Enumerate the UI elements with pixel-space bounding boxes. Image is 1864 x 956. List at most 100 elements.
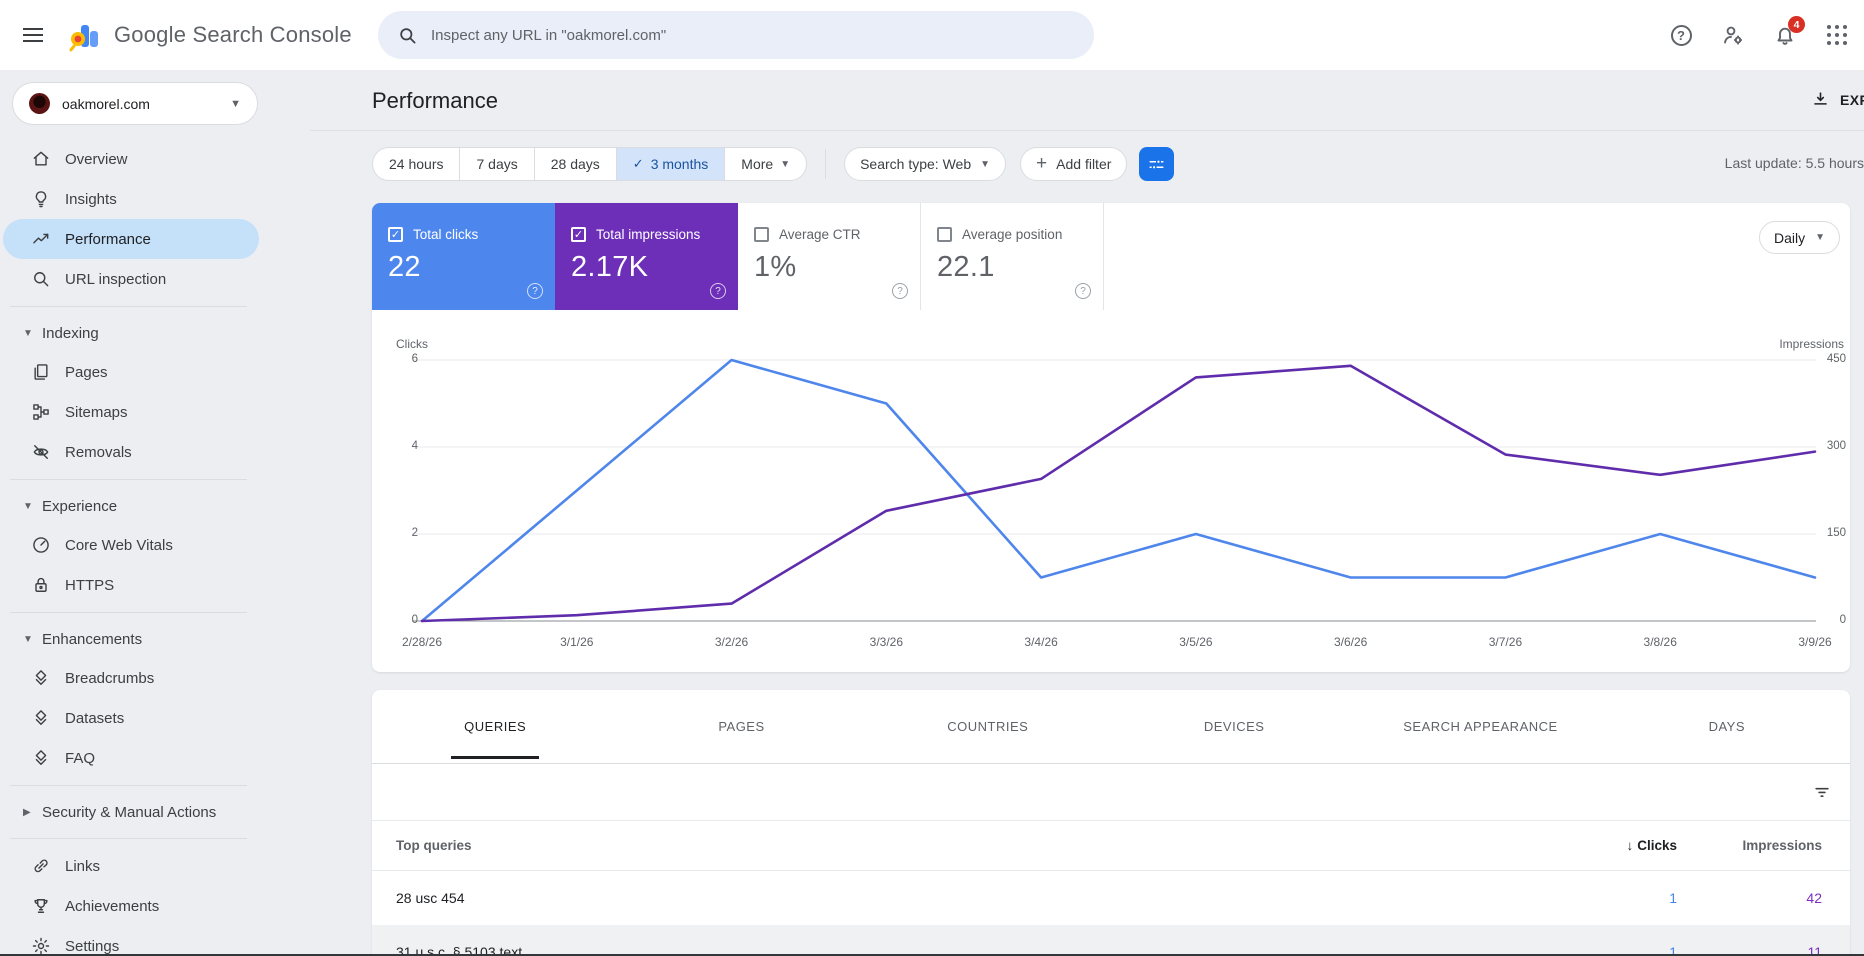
- date-tick-label: 3/3/26: [869, 635, 904, 649]
- search-type-filter[interactable]: Search type: Web ▼: [844, 147, 1007, 181]
- chevron-down-icon: ▼: [1815, 232, 1825, 243]
- range-24-hours[interactable]: 24 hours: [373, 148, 459, 180]
- clicks-value: 1: [1669, 890, 1677, 906]
- table-row[interactable]: 31 u.s.c. § 5103 text 1 11: [372, 925, 1850, 956]
- property-selector[interactable]: oakmorel.com ▼: [12, 82, 258, 125]
- divider: [10, 785, 247, 786]
- sidebar-item-url-inspection[interactable]: URL inspection: [0, 259, 260, 299]
- sidebar-section-indexing[interactable]: ▼ Indexing: [0, 314, 310, 352]
- impressions-value: 42: [1806, 890, 1822, 906]
- sidebar-item-core-web-vitals[interactable]: Core Web Vitals: [0, 525, 260, 565]
- chevron-right-icon: ▶: [23, 806, 31, 818]
- lightbulb-icon: [35, 191, 47, 208]
- help-icon[interactable]: ?: [1075, 283, 1091, 299]
- help-icon[interactable]: ?: [892, 283, 908, 299]
- eye-off-icon: [33, 445, 49, 459]
- tab-search-appearance[interactable]: SEARCH APPEARANCE: [1357, 690, 1603, 763]
- sidebar: oakmorel.com ▼ Overview Insights Perform…: [0, 70, 310, 956]
- date-tick-label: 3/7/26: [1488, 635, 1523, 649]
- sidebar-item-faq[interactable]: FAQ: [0, 738, 260, 778]
- metric-cards: ✓ Total clicks 22 ? ✓ Total impressions 2.…: [372, 203, 1850, 310]
- metric-value: 2.17K: [571, 251, 649, 283]
- home-icon: [33, 151, 49, 166]
- sidebar-item-achievements[interactable]: Achievements: [0, 886, 260, 926]
- search-icon: [400, 27, 416, 43]
- menu-icon[interactable]: [12, 14, 54, 56]
- rich-result-icon: [35, 710, 47, 725]
- sidebar-item-links[interactable]: Links: [0, 846, 260, 886]
- property-favicon: [29, 93, 50, 114]
- dimension-tabs: QUERIES PAGES COUNTRIES DEVICES SEARCH A…: [372, 690, 1850, 764]
- pages-icon: [34, 364, 48, 380]
- notifications-icon[interactable]: 4: [1772, 16, 1805, 48]
- metric-value: 22: [388, 251, 421, 283]
- app-logo[interactable]: Google Search Console: [66, 17, 352, 53]
- help-icon[interactable]: ?: [710, 283, 726, 299]
- metric-total-impressions[interactable]: ✓ Total impressions 2.17K ?: [555, 203, 738, 310]
- sidebar-item-performance[interactable]: Performance: [3, 219, 259, 259]
- top-app-bar: Google Search Console Inspect any URL in…: [0, 0, 1864, 70]
- speedometer-icon: [33, 537, 49, 553]
- column-top-queries[interactable]: Top queries: [396, 838, 1527, 853]
- sidebar-item-pages[interactable]: Pages: [0, 352, 260, 392]
- chevron-down-icon: ▼: [980, 158, 991, 170]
- axis-tick-label: 0: [411, 614, 418, 626]
- table-row[interactable]: 28 usc 454 1 42: [372, 871, 1850, 925]
- date-tick-label: 3/8/26: [1643, 635, 1677, 649]
- metric-total-clicks[interactable]: ✓ Total clicks 22 ?: [372, 203, 555, 310]
- checkbox-checked-icon[interactable]: ✓: [388, 227, 403, 242]
- sidebar-item-removals[interactable]: Removals: [0, 432, 260, 472]
- sidebar-item-datasets[interactable]: Datasets: [0, 698, 260, 738]
- manage-users-icon[interactable]: [1720, 22, 1746, 48]
- sidebar-section-experience[interactable]: ▼ Experience: [0, 487, 310, 525]
- metric-value: 1%: [754, 251, 797, 283]
- add-filter-button[interactable]: + Add filter: [1020, 147, 1128, 181]
- last-update-label: Last update: 5.5 hours: [1724, 155, 1864, 171]
- lock-icon: [35, 577, 47, 592]
- url-inspect-search[interactable]: Inspect any URL in "oakmorel.com": [378, 11, 1094, 59]
- tab-countries[interactable]: COUNTRIES: [865, 690, 1111, 763]
- help-icon[interactable]: ?: [527, 283, 543, 299]
- filter-settings-button[interactable]: [1139, 147, 1175, 181]
- tab-pages[interactable]: PAGES: [618, 690, 864, 763]
- metric-average-ctr[interactable]: Average CTR 1% ?: [738, 203, 921, 310]
- rich-result-icon: [35, 670, 47, 685]
- query-text: 31 u.s.c. § 5103 text: [396, 944, 523, 956]
- filter-list-icon[interactable]: [1812, 782, 1832, 802]
- sidebar-item-overview[interactable]: Overview: [0, 139, 260, 179]
- sidebar-item-sitemaps[interactable]: Sitemaps: [0, 392, 260, 432]
- column-impressions[interactable]: Impressions: [1677, 838, 1822, 853]
- range-7-days[interactable]: 7 days: [459, 148, 533, 180]
- sidebar-item-settings[interactable]: Settings: [0, 926, 260, 956]
- search-icon: [34, 272, 49, 287]
- checkbox-unchecked-icon[interactable]: [937, 227, 952, 242]
- trending-up-icon: [33, 233, 49, 244]
- trophy-icon: [34, 899, 48, 913]
- column-clicks[interactable]: ↓ Clicks: [1527, 838, 1677, 853]
- metric-average-position[interactable]: Average position 22.1 ?: [921, 203, 1104, 310]
- apps-grid-icon[interactable]: [1824, 22, 1850, 48]
- granularity-select[interactable]: Daily ▼: [1758, 221, 1840, 254]
- tab-devices[interactable]: DEVICES: [1111, 690, 1357, 763]
- gear-icon: [32, 937, 50, 955]
- help-icon[interactable]: ?: [1668, 22, 1694, 48]
- checkbox-checked-icon[interactable]: ✓: [571, 227, 586, 242]
- chevron-down-icon: ▼: [23, 633, 33, 645]
- clicks-value: 1: [1669, 944, 1677, 956]
- checkbox-unchecked-icon[interactable]: [754, 227, 769, 242]
- range-more[interactable]: More ▼: [724, 148, 806, 180]
- sidebar-item-breadcrumbs[interactable]: Breadcrumbs: [0, 658, 260, 698]
- sidebar-section-security[interactable]: ▶ Security & Manual Actions: [0, 793, 310, 831]
- line-chart[interactable]: Clicks Impressions 6 4 2 0 450 300 150 0 2/28/26…: [372, 310, 1850, 672]
- page-header: Performance EXPORT: [310, 70, 1864, 131]
- sidebar-section-enhancements[interactable]: ▼ Enhancements: [0, 620, 310, 658]
- range-28-days[interactable]: 28 days: [533, 148, 616, 180]
- tab-days[interactable]: DAYS: [1604, 690, 1850, 763]
- sidebar-item-https[interactable]: HTTPS: [0, 565, 260, 605]
- rich-result-icon: [35, 750, 47, 765]
- range-3-months[interactable]: ✓ 3 months: [615, 148, 725, 180]
- export-button[interactable]: EXPORT: [1811, 90, 1864, 109]
- tab-queries[interactable]: QUERIES: [372, 690, 618, 763]
- sidebar-item-insights[interactable]: Insights: [0, 179, 260, 219]
- date-tick-label: 3/5/26: [1179, 635, 1213, 649]
